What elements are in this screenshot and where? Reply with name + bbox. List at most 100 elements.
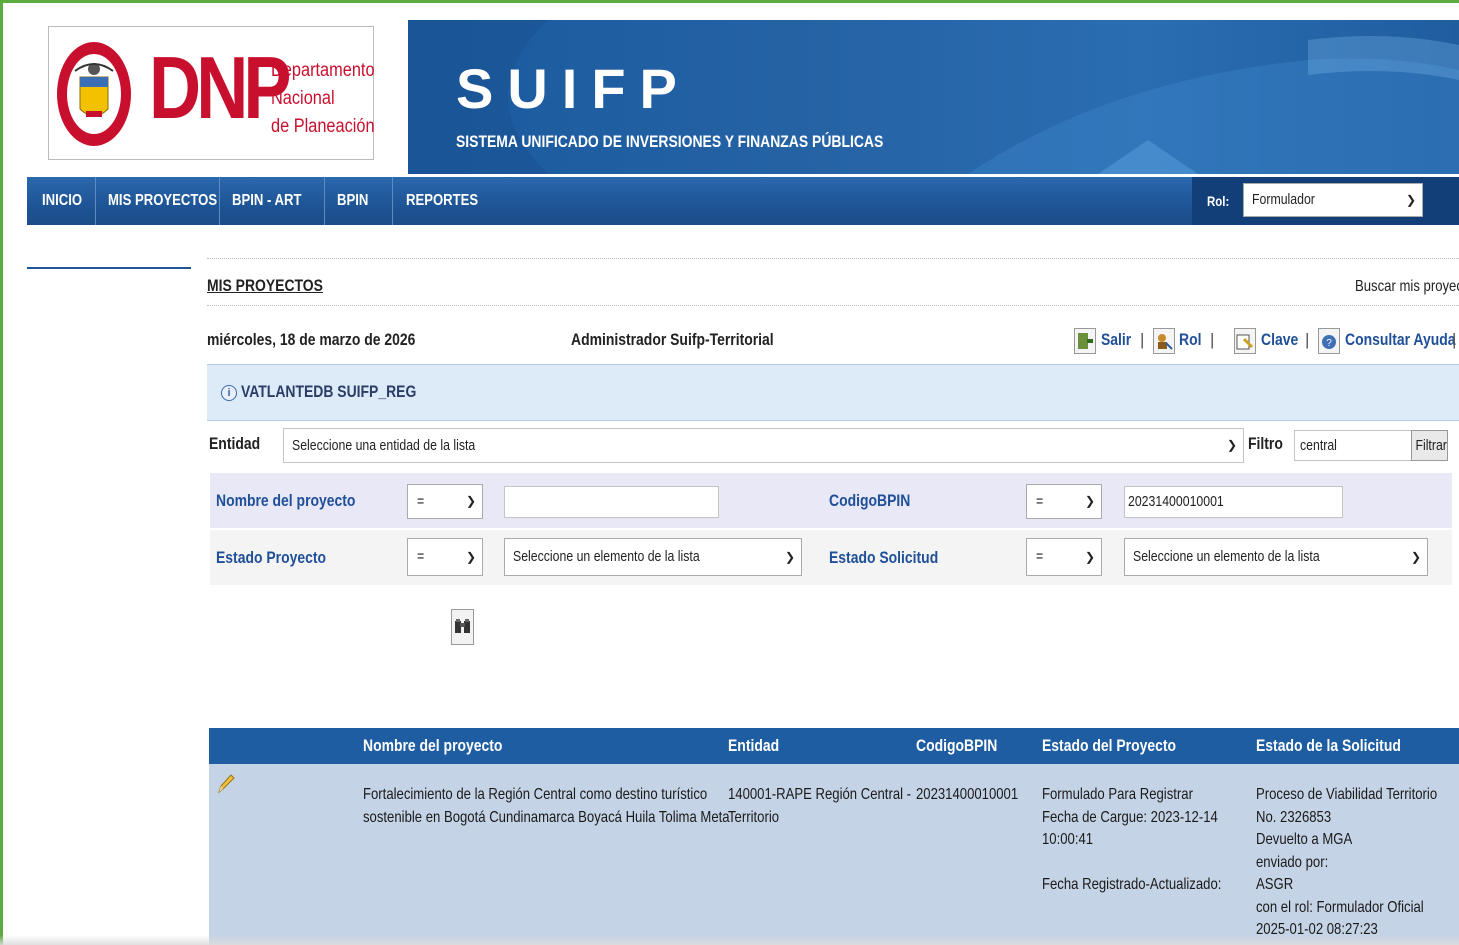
column-header-estado-proyecto[interactable]: Estado del Proyecto [1042, 728, 1176, 764]
main-nav: INICIO MIS PROYECTOS BPIN - ART BPIN REP… [27, 177, 1459, 225]
results-table-header: Nombre del proyecto Entidad CodigoBPIN E… [209, 728, 1459, 764]
help-icon[interactable]: ? [1318, 328, 1340, 354]
column-header-nombre[interactable]: Nombre del proyecto [363, 728, 502, 764]
suifp-banner: SUIFP SISTEMA UNIFICADO DE INVERSIONES Y… [408, 20, 1459, 174]
search-my-projects-link[interactable]: Buscar mis proyectos [1355, 278, 1459, 296]
left-menu-underline [27, 267, 191, 269]
estado-proyecto-select-value: Seleccione un elemento de la lista [513, 548, 700, 565]
column-header-entidad[interactable]: Entidad [728, 728, 779, 764]
cell-line: Territorio [728, 808, 780, 826]
nav-item-inicio[interactable]: INICIO [42, 177, 82, 225]
filter-row-2: Estado Proyecto = ❯ Seleccione un elemen… [210, 530, 1452, 585]
rol-select-value: Formulador [1252, 191, 1315, 208]
rol-select[interactable]: Formulador ❯ [1243, 183, 1423, 217]
database-info-bar: i VATLANTEDB SUIFP_REG [207, 364, 1459, 421]
divider [207, 258, 1459, 259]
info-icon: i [221, 385, 237, 401]
filtrar-button-label: Filtrar [1415, 437, 1447, 454]
cell-line: 140001-RAPE Región Central - [728, 786, 912, 803]
cell-estado-solicitud: Proceso de Viabilidad Territorio No. 232… [1256, 784, 1459, 942]
role-icon[interactable] [1153, 328, 1175, 354]
codigo-operator-value: = [1036, 493, 1044, 510]
nav-item-mis-proyectos[interactable]: MIS PROYECTOS [108, 177, 217, 225]
dnp-letters: DNP [149, 38, 292, 137]
edit-pencil-icon[interactable] [215, 772, 235, 796]
current-date: miércoles, 18 de marzo de 2026 [207, 330, 416, 349]
nav-separator [95, 177, 96, 225]
chevron-down-icon: ❯ [784, 550, 795, 564]
dnp-word-3: de Planeación [271, 116, 375, 137]
banner-title: SUIFP [456, 57, 691, 120]
filtro-label: Filtro [1248, 434, 1283, 453]
rol-link[interactable]: Rol [1179, 330, 1201, 350]
estado-solicitud-label: Estado Solicitud [829, 548, 939, 567]
estado-proyecto-operator-select[interactable]: = ❯ [407, 538, 483, 576]
cell-line: Proceso de Viabilidad Territorio [1256, 786, 1438, 803]
search-button[interactable] [451, 609, 474, 645]
cell-line: Fecha de Cargue: 2023-12-14 [1042, 808, 1218, 826]
estado-proyecto-label: Estado Proyecto [216, 548, 327, 567]
cell-line: sostenible en Bogotá Cundinamarca Boyacá… [363, 808, 730, 826]
estado-proyecto-operator-value: = [417, 548, 425, 565]
cell-line: Fortalecimiento de la Región Central com… [363, 786, 708, 803]
nombre-proyecto-input[interactable] [504, 486, 719, 518]
cell-line: Devuelto a MGA [1256, 831, 1353, 848]
dnp-words: Departamento Nacional de Planeación [271, 57, 375, 141]
codigo-bpin-input[interactable]: 20231400010001 [1124, 486, 1343, 518]
nombre-proyecto-label: Nombre del proyecto [216, 491, 356, 510]
nav-separator [324, 177, 325, 225]
cell-line: con el rol: Formulador Oficial [1256, 898, 1424, 916]
column-header-codigo-bpin[interactable]: CodigoBPIN [916, 728, 997, 764]
cell-line: enviado por: [1256, 853, 1329, 871]
dnp-logo[interactable]: DNP Departamento Nacional de Planeación [48, 26, 375, 160]
consultar-ayuda-link[interactable]: Consultar Ayuda [1345, 330, 1456, 350]
cell-line [1042, 852, 1221, 875]
cell-codigo-bpin: 20231400010001 [916, 784, 1041, 807]
cell-estado-proyecto: Formulado Para Registrar Fecha de Cargue… [1042, 784, 1261, 897]
nav-separator [219, 177, 220, 225]
binoculars-icon [455, 619, 470, 633]
nav-separator [392, 177, 393, 225]
cell-line: No. 2326853 [1256, 808, 1332, 826]
link-separator: | [1452, 330, 1457, 349]
chevron-down-icon: ❯ [1084, 494, 1095, 508]
codigo-bpin-input-value: 20231400010001 [1128, 493, 1224, 510]
nombre-operator-value: = [417, 493, 425, 510]
cell-line: 10:00:41 [1042, 831, 1094, 848]
database-info-text: VATLANTEDB SUIFP_REG [241, 382, 417, 401]
estado-solicitud-operator-select[interactable]: = ❯ [1026, 538, 1102, 576]
column-header-estado-solicitud[interactable]: Estado de la Solicitud [1256, 728, 1401, 764]
key-icon[interactable] [1234, 328, 1256, 354]
salir-link[interactable]: Salir [1101, 330, 1131, 350]
nombre-operator-select[interactable]: = ❯ [407, 484, 483, 519]
exit-icon[interactable] [1074, 328, 1096, 354]
svg-text:?: ? [1326, 338, 1332, 349]
divider [207, 305, 1459, 306]
estado-solicitud-select-value: Seleccione un elemento de la lista [1133, 548, 1320, 565]
estado-proyecto-select[interactable]: Seleccione un elemento de la lista ❯ [504, 538, 802, 576]
chevron-down-icon: ❯ [1226, 438, 1237, 452]
filtro-input[interactable]: central [1294, 430, 1412, 461]
rol-panel: Rol: Formulador ❯ [1192, 177, 1459, 225]
filter-row-1: Nombre del proyecto = ❯ CodigoBPIN = ❯ 2… [210, 473, 1452, 528]
table-row: Fortalecimiento de la Región Central com… [209, 764, 1459, 945]
estado-solicitud-select[interactable]: Seleccione un elemento de la lista ❯ [1124, 538, 1428, 576]
cell-line: ASGR [1256, 876, 1294, 893]
rol-label: Rol: [1207, 193, 1230, 209]
link-separator: | [1210, 330, 1215, 349]
chevron-down-icon: ❯ [1410, 550, 1421, 564]
entidad-select-value: Seleccione una entidad de la lista [292, 437, 476, 454]
nav-item-bpin-art[interactable]: BPIN - ART [232, 177, 301, 225]
estado-solicitud-operator-value: = [1036, 548, 1044, 565]
nav-item-bpin[interactable]: BPIN [337, 177, 368, 225]
banner-subtitle: SISTEMA UNIFICADO DE INVERSIONES Y FINAN… [456, 132, 884, 151]
filtrar-button[interactable]: Filtrar [1411, 430, 1448, 461]
chevron-down-icon: ❯ [1084, 550, 1095, 564]
page-title: MIS PROYECTOS [207, 276, 323, 295]
entidad-select[interactable]: Seleccione una entidad de la lista ❯ [283, 428, 1244, 463]
filtro-input-value: central [1300, 437, 1337, 454]
clave-link[interactable]: Clave [1261, 330, 1298, 350]
cell-line: Fecha Registrado-Actualizado: [1042, 876, 1222, 893]
nav-item-reportes[interactable]: REPORTES [406, 177, 478, 225]
codigo-operator-select[interactable]: = ❯ [1026, 484, 1102, 519]
